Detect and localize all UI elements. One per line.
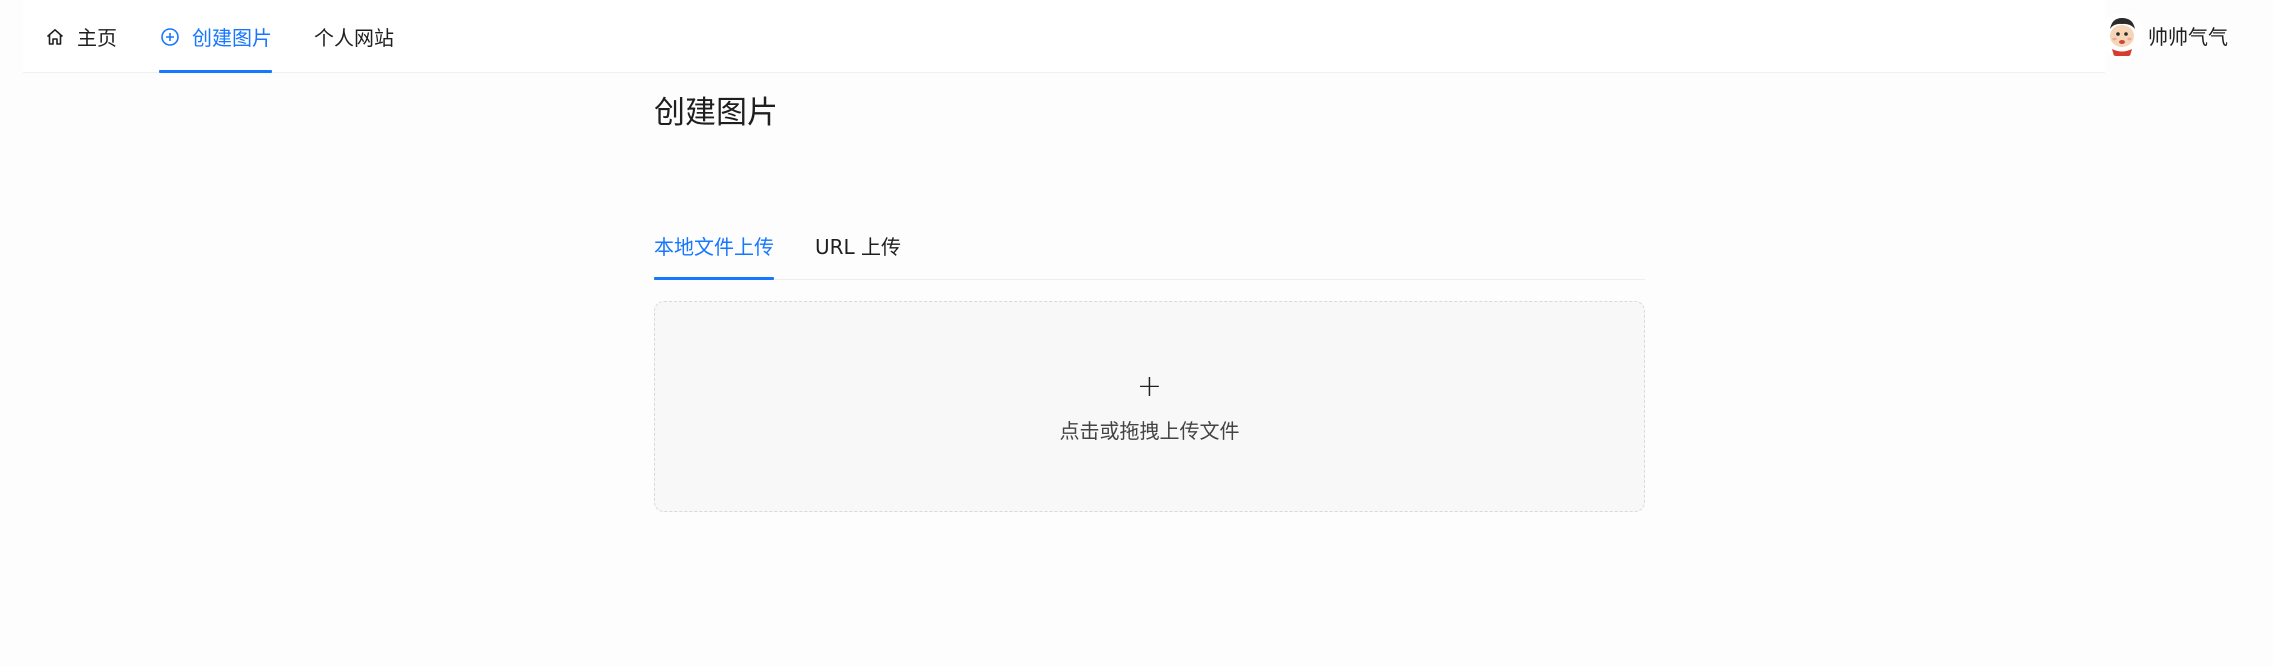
user-menu[interactable]: 帅帅气气 (2100, 12, 2228, 58)
plus-circle-icon (159, 26, 181, 48)
menu-item-home[interactable]: 主页 (23, 0, 138, 73)
menu-item-personal-site[interactable]: 个人网站 (293, 0, 415, 73)
main-menu: 主页 创建图片 个人网站 (23, 0, 415, 73)
tab-local-upload[interactable]: 本地文件上传 (654, 231, 774, 280)
plus-icon: + (1136, 369, 1163, 404)
upload-hint: 点击或拖拽上传文件 (1059, 419, 1240, 443)
home-icon (44, 26, 66, 48)
menu-item-create-image[interactable]: 创建图片 (138, 0, 293, 73)
page-title: 创建图片 (654, 95, 778, 131)
upload-dropzone[interactable]: + 点击或拖拽上传文件 (654, 301, 1645, 512)
menu-item-label: 主页 (77, 26, 117, 50)
tab-url-upload[interactable]: URL 上传 (815, 231, 901, 280)
upload-tabs: 本地文件上传 URL 上传 (654, 206, 1645, 280)
menu-item-label: 个人网站 (314, 26, 394, 50)
avatar[interactable] (2100, 13, 2144, 57)
user-name: 帅帅气气 (2148, 24, 2228, 49)
menu-item-label: 创建图片 (192, 26, 272, 50)
